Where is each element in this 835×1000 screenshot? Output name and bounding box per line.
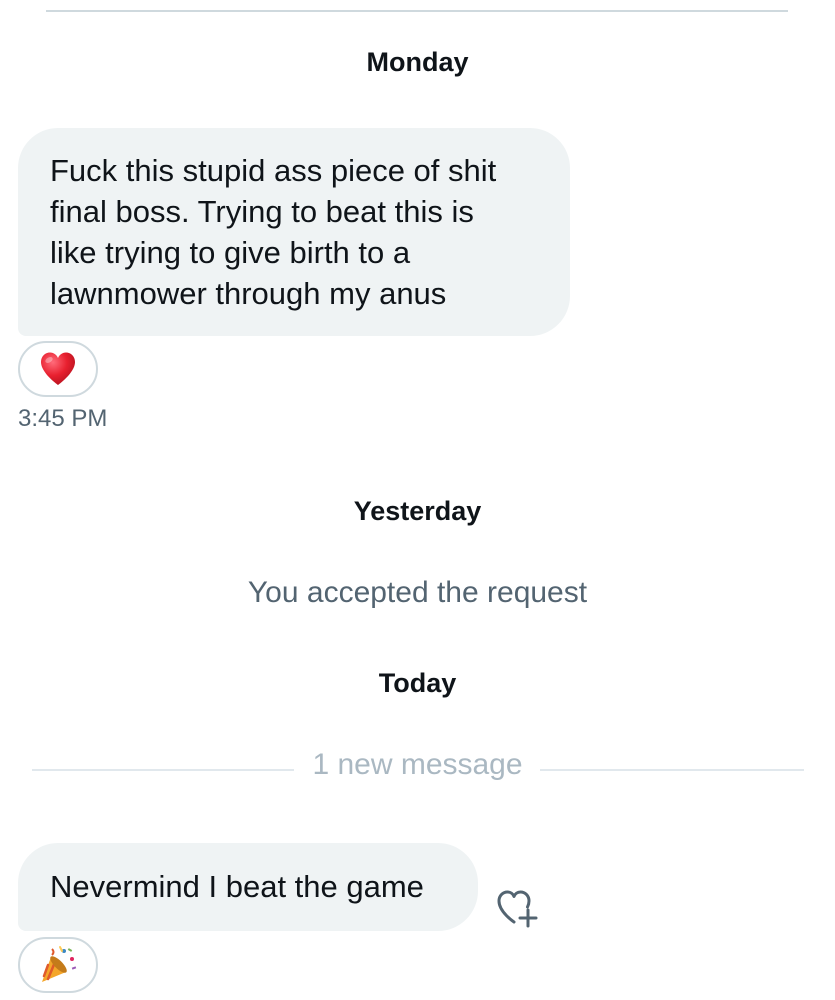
reaction-heart[interactable] [18,341,98,397]
date-header-yesterday: Yesterday [353,496,482,526]
new-message-divider-right [540,769,804,771]
system-message: You accepted the request [247,576,588,609]
heart-icon [41,352,75,385]
message-text: Nevermind I beat the game [50,869,424,904]
add-reaction-button[interactable] [494,886,542,930]
top-divider [46,10,788,12]
date-header-monday: Monday [366,47,469,77]
party-popper-icon [42,946,77,982]
reaction-party-popper[interactable] [18,937,98,993]
date-header-today: Today [378,668,457,698]
message-timestamp: 3:45 PM [18,405,108,432]
heart-plus-icon [497,890,538,928]
new-message-divider-label: 1 new message [312,748,523,781]
message-bubble[interactable]: Nevermind I beat the game [18,843,478,931]
message-text: Fuck this stupid ass piece of shit final… [50,153,497,311]
message-bubble[interactable]: Fuck this stupid ass piece of shit final… [18,128,570,336]
